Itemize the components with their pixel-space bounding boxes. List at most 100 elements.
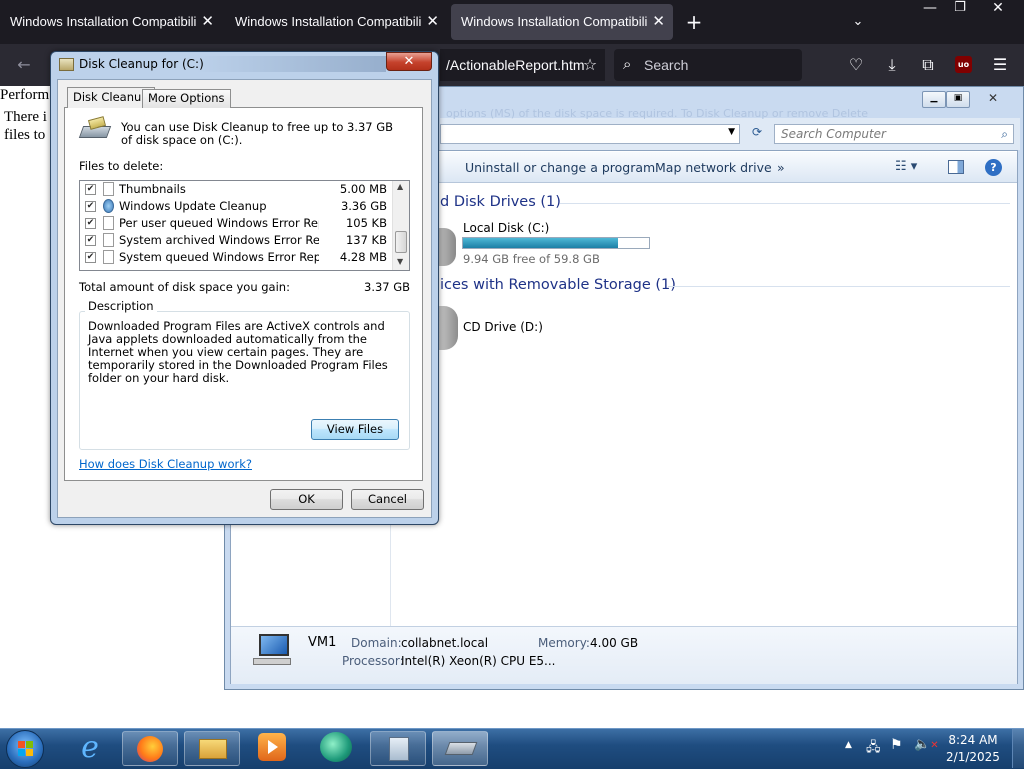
dialog-title: Disk Cleanup for (C:): [79, 57, 204, 71]
taskbar-firefox[interactable]: [122, 731, 178, 766]
browser-tab-1[interactable]: Windows Installation Compatibility ✕: [0, 4, 222, 40]
downloads-icon[interactable]: ⤓: [880, 53, 904, 77]
file-row-system-archived-error-reports[interactable]: ✔ System archived Windows Error Repor...…: [80, 232, 391, 249]
file-icon: [103, 233, 114, 247]
explorer-search-input[interactable]: Search Computer ⌕: [774, 124, 1014, 144]
bookmark-star-icon[interactable]: ☆: [578, 53, 602, 77]
disk-cleanup-title-icon: [59, 58, 74, 71]
browser-tab-3-active[interactable]: Windows Installation Compatibility ✕: [451, 4, 673, 40]
disk-cleanup-help-link[interactable]: How does Disk Cleanup work?: [79, 457, 252, 471]
action-center-flag-icon[interactable]: ⚑: [890, 737, 903, 753]
file-size: 105 KB: [345, 216, 387, 230]
view-files-button[interactable]: View Files: [311, 419, 399, 440]
group-divider: [560, 203, 1010, 204]
checkbox[interactable]: ✔: [85, 235, 96, 246]
computer-icon: [251, 634, 293, 666]
taskbar-app[interactable]: [370, 731, 426, 766]
checkbox[interactable]: ✔: [85, 201, 96, 212]
change-view-icon[interactable]: ☷ ▾: [895, 159, 917, 174]
show-hidden-icons-arrow[interactable]: ▲: [845, 740, 852, 750]
pocket-icon[interactable]: ♡: [844, 53, 868, 77]
volume-muted-icon[interactable]: 🔈✕: [914, 737, 939, 752]
search-icon: ⌕: [623, 56, 632, 73]
file-size: 4.28 MB: [339, 250, 387, 264]
file-name: Windows Update Cleanup: [119, 199, 267, 213]
file-size: 137 KB: [345, 233, 387, 247]
extensions-icon[interactable]: ⧉: [916, 53, 940, 77]
close-tab-icon[interactable]: ✕: [652, 4, 665, 40]
memory-label: Memory:: [538, 636, 590, 650]
file-size: 5.00 MB: [339, 182, 387, 196]
help-icon[interactable]: ?: [985, 159, 1002, 176]
explorer-close-icon[interactable]: ✕: [972, 91, 1014, 106]
removable-storage-group-header[interactable]: ices with Removable Storage (1): [440, 277, 676, 293]
computer-name: VM1: [308, 635, 337, 650]
page-heading-fragment: Perform: [0, 87, 50, 103]
menu-hamburger-icon[interactable]: ☰: [988, 53, 1012, 77]
title-bar-blur: [196, 56, 386, 72]
minimize-icon[interactable]: —: [918, 0, 942, 20]
clock-time[interactable]: 8:24 AM: [940, 733, 1006, 747]
installer-icon: [389, 737, 409, 761]
cd-drive-d-label[interactable]: CD Drive (D:): [463, 320, 543, 334]
file-row-windows-update-cleanup[interactable]: ✔ Windows Update Cleanup 3.36 GB: [80, 198, 391, 215]
network-app-icon[interactable]: [320, 732, 352, 762]
restore-icon[interactable]: ❐: [948, 0, 972, 20]
back-arrow-icon[interactable]: ←: [12, 53, 36, 77]
start-button[interactable]: [6, 730, 44, 768]
scroll-thumb[interactable]: [395, 231, 407, 253]
memory-value: 4.00 GB: [590, 636, 639, 650]
clock-date[interactable]: 2/1/2025: [940, 750, 1006, 764]
media-player-icon[interactable]: [258, 733, 286, 761]
page-text-fragment-1: There i: [4, 109, 47, 125]
refresh-icon[interactable]: ⟳: [747, 125, 767, 143]
domain-value: collabnet.local: [401, 636, 489, 650]
new-tab-button[interactable]: +: [682, 10, 706, 34]
file-icon: [103, 216, 114, 230]
scroll-up-arrow-icon[interactable]: ▲: [397, 182, 403, 191]
list-scrollbar[interactable]: ▲ ▼: [392, 181, 409, 270]
more-commands-chevron[interactable]: »: [777, 160, 785, 175]
show-desktop-button[interactable]: [1012, 729, 1024, 768]
local-disk-c-label[interactable]: Local Disk (C:): [463, 221, 549, 235]
file-row-thumbnails[interactable]: ✔ Thumbnails 5.00 MB: [80, 181, 391, 198]
explorer-minimize-icon[interactable]: ▁: [922, 91, 946, 108]
explorer-address-bar[interactable]: ▼: [440, 124, 740, 144]
group-divider: [668, 286, 1010, 287]
folder-icon: [199, 739, 227, 759]
close-tab-icon[interactable]: ✕: [426, 4, 439, 40]
file-size: 3.36 GB: [340, 199, 387, 213]
page-text-fragment-2: files to: [4, 127, 46, 143]
network-tray-icon[interactable]: 🖧: [866, 738, 881, 760]
checkbox[interactable]: ✔: [85, 218, 96, 229]
taskbar-explorer[interactable]: [184, 731, 240, 766]
search-icon: ⌕: [1001, 127, 1008, 141]
preview-pane-icon[interactable]: [948, 160, 964, 174]
cancel-button[interactable]: Cancel: [351, 489, 424, 510]
checkbox[interactable]: ✔: [85, 252, 96, 263]
disk-cleanup-icon: [444, 742, 478, 755]
uninstall-program-button[interactable]: Uninstall or change a program: [465, 160, 655, 175]
ok-button[interactable]: OK: [270, 489, 343, 510]
close-tab-icon[interactable]: ✕: [201, 4, 214, 40]
file-row-system-queued-error-reports[interactable]: ✔ System queued Windows Error Reporti...…: [80, 249, 391, 266]
browser-tab-2[interactable]: Windows Installation Compatibility ✕: [225, 4, 447, 40]
address-dropdown-icon[interactable]: ▼: [728, 127, 735, 137]
list-all-tabs-icon[interactable]: ⌄: [846, 10, 870, 34]
browser-search-box[interactable]: ⌕ Search: [614, 49, 802, 81]
checkbox[interactable]: ✔: [85, 184, 96, 195]
description-text: Downloaded Program Files are ActiveX con…: [88, 319, 388, 385]
close-window-icon[interactable]: ✕: [986, 0, 1010, 20]
domain-label: Domain:: [351, 636, 402, 650]
scroll-down-arrow-icon[interactable]: ▼: [397, 257, 403, 266]
internet-explorer-icon[interactable]: e: [72, 730, 108, 766]
taskbar-disk-cleanup[interactable]: [432, 731, 488, 766]
hard-disk-group-header[interactable]: d Disk Drives (1): [440, 194, 561, 210]
map-network-drive-button[interactable]: Map network drive: [655, 160, 772, 175]
file-row-per-user-error-reports[interactable]: ✔ Per user queued Windows Error Repor...…: [80, 215, 391, 232]
dialog-close-button[interactable]: ✕: [386, 52, 432, 71]
ublock-origin-icon[interactable]: uo: [955, 56, 972, 73]
disk-cleanup-icon: [78, 116, 112, 140]
explorer-maximize-icon[interactable]: ▣: [946, 91, 970, 108]
tab-more-options[interactable]: More Options: [142, 89, 231, 108]
